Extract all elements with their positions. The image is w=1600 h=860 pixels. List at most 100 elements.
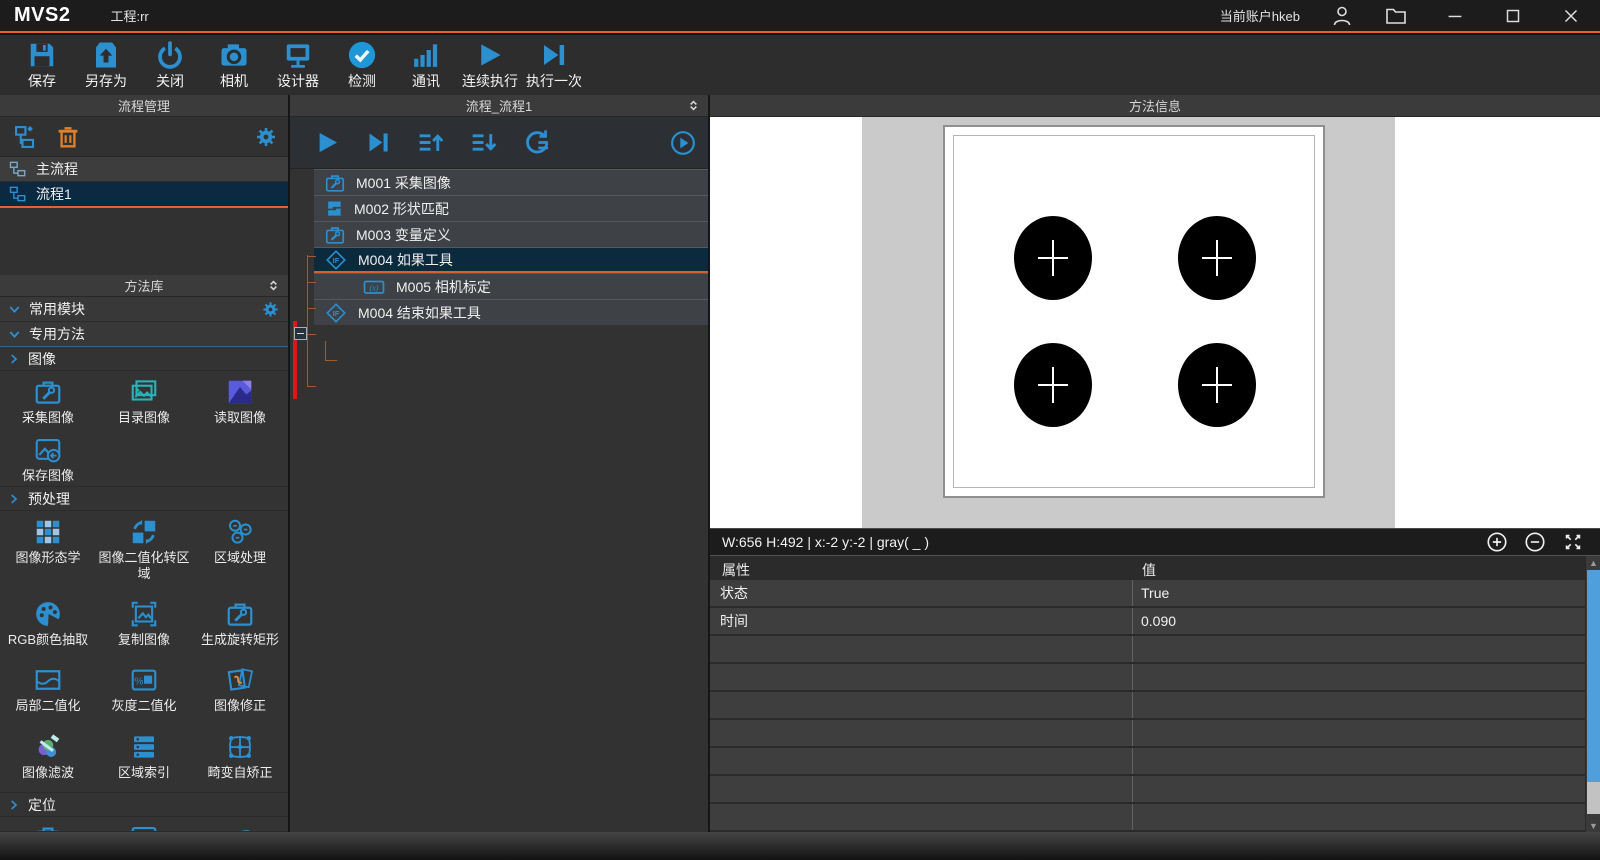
table-row[interactable]: 状态 True (710, 580, 1600, 608)
library-category-image[interactable]: 图像 (0, 347, 288, 371)
scrollbar-up-arrow[interactable]: ▲ (1586, 556, 1600, 569)
toolbar-run-continuous-button[interactable]: 连续执行 (458, 40, 522, 91)
library-item-read-image[interactable]: 读取图像 (192, 371, 288, 429)
minimize-button[interactable] (1444, 5, 1466, 27)
library-item-gray-binarize[interactable]: 灰度二值化 (96, 659, 192, 725)
table-row-empty[interactable] (710, 720, 1600, 748)
run-circle-icon[interactable] (670, 130, 696, 156)
table-row-empty[interactable] (710, 692, 1600, 720)
toolbar-comm-button[interactable]: 通讯 (394, 40, 458, 91)
library-group-special-methods[interactable]: 专用方法 (0, 322, 288, 347)
flow-step-m004-endif[interactable]: M004 结束如果工具 (314, 299, 708, 325)
toolbar-detect-button[interactable]: 检测 (330, 40, 394, 91)
library-item-label: 图像滤波 (20, 765, 76, 781)
toolbar-save-as-button[interactable]: 另存为 (74, 40, 138, 91)
toolbar-label: 设计器 (277, 71, 319, 91)
camera-icon (219, 40, 249, 70)
flow-step-m003[interactable]: M003 变量定义 (314, 221, 708, 247)
property-cell: 状态 (710, 580, 1133, 606)
library-item-rotated-rect[interactable]: 生成旋转矩形 (192, 593, 288, 659)
process-item-main-flow[interactable]: 主流程 (0, 157, 288, 182)
table-row[interactable]: 时间 0.090 (710, 608, 1600, 636)
library-item-image-fix[interactable]: 图像修正 (192, 659, 288, 725)
gear-icon[interactable] (254, 125, 278, 149)
library-item-binarize-to-region[interactable]: 图像二值化转区域 (96, 511, 192, 593)
folder-icon[interactable] (1384, 4, 1408, 28)
gray-binarize-icon (129, 665, 159, 695)
flow-step-m005[interactable]: M005 相机标定 (314, 273, 708, 299)
library-item-distortion-correct[interactable]: 畸变自矫正 (192, 726, 288, 792)
toolbar-save-button[interactable]: 保存 (10, 40, 74, 91)
library-category-preprocess[interactable]: 预处理 (0, 487, 288, 511)
morphology-icon (33, 517, 63, 547)
tree-guide-stub (325, 341, 326, 360)
toolbox-icon (33, 377, 63, 407)
flow-editor-panel: 流程_流程1 M001 采集图像 M002 形状匹配 M003 变量定义 M00… (290, 95, 708, 832)
toolbar-close-button[interactable]: 关闭 (138, 40, 202, 91)
image-status-text: W:656 H:492 | x:-2 y:-2 | gray( _ ) (722, 534, 929, 550)
image-viewport[interactable] (710, 117, 1600, 528)
toolbar-run-once-button[interactable]: 执行一次 (522, 40, 586, 91)
collapse-panel-icon[interactable] (265, 277, 282, 294)
collapse-node-box[interactable] (294, 327, 307, 340)
flow-step-m004-if[interactable]: M004 如果工具 (314, 247, 708, 273)
flow-step-m001[interactable]: M001 采集图像 (314, 169, 708, 195)
window-bottom-edge (0, 832, 1600, 860)
distortion-icon (225, 732, 255, 762)
method-info-header: 方法信息 (710, 95, 1600, 117)
flow-step-tree: M001 采集图像 M002 形状匹配 M003 变量定义 M004 如果工具 … (290, 169, 708, 325)
library-item-directory-image[interactable]: 目录图像 (96, 371, 192, 429)
library-item-save-image[interactable]: 保存图像 (0, 429, 96, 487)
table-row-empty[interactable] (710, 748, 1600, 776)
library-item-region-index[interactable]: 区域索引 (96, 726, 192, 792)
library-item-acquire-image[interactable]: 采集图像 (0, 371, 96, 429)
library-item-label: 复制图像 (116, 632, 172, 648)
close-button[interactable] (1560, 5, 1582, 27)
move-up-icon[interactable] (416, 128, 445, 157)
library-item-copy-image[interactable]: 复制图像 (96, 593, 192, 659)
main-toolbar: 保存 另存为 关闭 相机 设计器 检测 通讯 连续执行 执行一次 (0, 35, 1600, 95)
move-down-icon[interactable] (469, 128, 498, 157)
flow-node-icon (8, 159, 28, 179)
fullscreen-icon[interactable] (1562, 531, 1584, 553)
library-group-common-modules[interactable]: 常用模块 (0, 297, 288, 322)
library-item-partial[interactable] (96, 817, 192, 832)
toolbar-camera-button[interactable]: 相机 (202, 40, 266, 91)
library-item-label: 图像二值化转区域 (96, 550, 192, 581)
loop-icon[interactable] (522, 128, 551, 157)
step-flow-icon[interactable] (365, 129, 392, 156)
library-item-region-process[interactable]: 区域处理 (192, 511, 288, 593)
collapse-panel-icon[interactable] (685, 97, 702, 114)
table-scrollbar[interactable]: ▲ ▼ (1585, 556, 1600, 832)
library-item-partial[interactable] (0, 817, 96, 832)
zoom-in-icon[interactable] (1486, 531, 1508, 553)
trash-icon[interactable] (54, 123, 82, 151)
designer-icon (283, 40, 313, 70)
library-item-label: 采集图像 (20, 410, 76, 426)
library-item-rgb-extract[interactable]: RGB颜色抽取 (0, 593, 96, 659)
signal-icon (411, 40, 441, 70)
library-category-locate[interactable]: 定位 (0, 793, 288, 817)
table-row-empty[interactable] (710, 636, 1600, 664)
table-row-empty[interactable] (710, 776, 1600, 804)
flow-step-label: M002 形状匹配 (354, 199, 449, 219)
add-flow-icon[interactable] (12, 123, 40, 151)
run-flow-icon[interactable] (314, 129, 341, 156)
library-item-partial[interactable] (192, 817, 288, 832)
flow-step-m002[interactable]: M002 形状匹配 (314, 195, 708, 221)
library-item-local-binarize[interactable]: 局部二值化 (0, 659, 96, 725)
table-row-empty[interactable] (710, 804, 1600, 832)
process-item-flow1[interactable]: 流程1 (0, 182, 288, 208)
library-item-morphology[interactable]: 图像形态学 (0, 511, 96, 593)
maximize-button[interactable] (1502, 5, 1524, 27)
scrollbar-thumb[interactable] (1587, 570, 1600, 782)
toolbar-designer-button[interactable]: 设计器 (266, 40, 330, 91)
library-item-image-filter[interactable]: 图像滤波 (0, 726, 96, 792)
zoom-out-icon[interactable] (1524, 531, 1546, 553)
user-icon[interactable] (1330, 4, 1354, 28)
value-cell (1133, 804, 1600, 830)
scrollbar-down-arrow[interactable]: ▼ (1586, 819, 1600, 832)
table-row-empty[interactable] (710, 664, 1600, 692)
gear-icon[interactable] (261, 300, 280, 319)
flow-node-icon (8, 184, 28, 204)
